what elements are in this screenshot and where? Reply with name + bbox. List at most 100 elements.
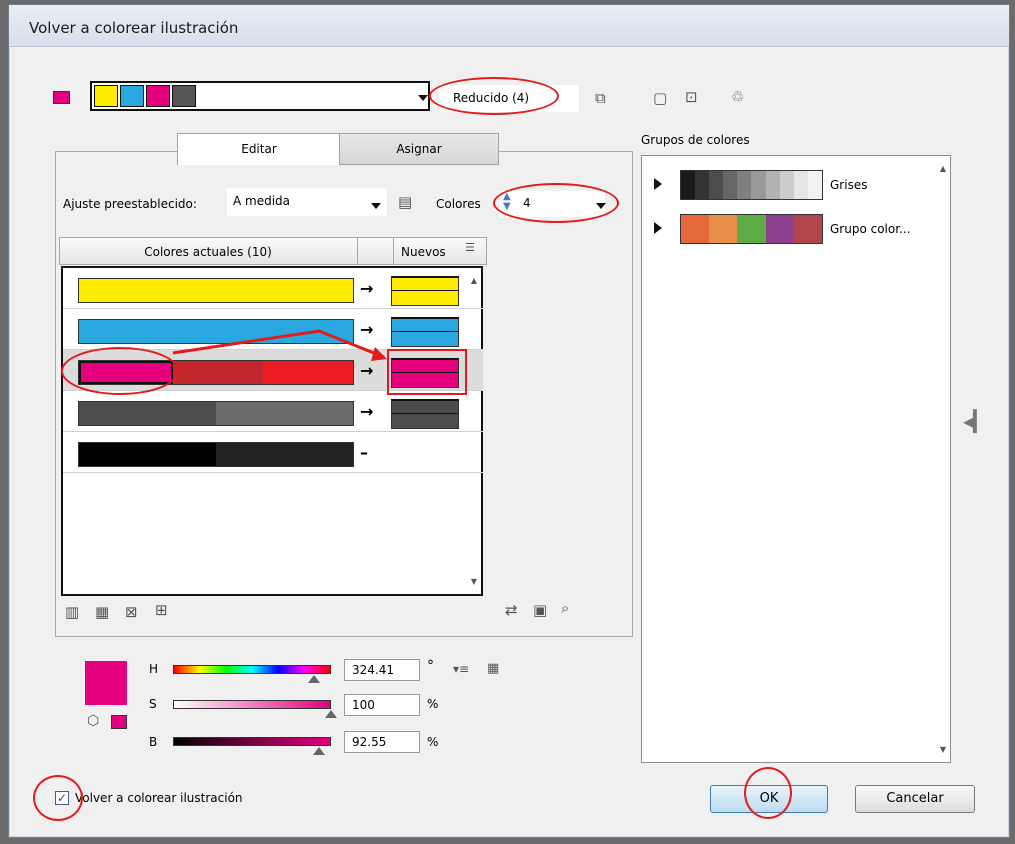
group-swatch[interactable]	[709, 215, 738, 243]
eyedropper-icon[interactable]: ⧉	[595, 89, 606, 107]
menu-icon[interactable]: ▾≡	[453, 662, 469, 676]
drag-arrow	[172, 329, 387, 361]
in-gamut-swatch[interactable]	[111, 715, 127, 729]
group-swatch[interactable]	[709, 171, 724, 199]
new-row-icon[interactable]: ⊞	[155, 601, 168, 619]
header-divider	[357, 237, 358, 265]
group-swatch[interactable]	[681, 215, 710, 243]
color-group-swatch[interactable]	[120, 85, 144, 107]
new-color-box[interactable]	[391, 317, 459, 347]
scroll-up-icon[interactable]: ▲	[471, 276, 477, 285]
new-color-box[interactable]	[391, 276, 459, 306]
brightness-slider-thumb[interactable]	[313, 747, 325, 755]
group-swatch[interactable]	[695, 171, 710, 199]
trash-icon[interactable]: ♲	[731, 88, 744, 106]
tab-editar[interactable]: Editar	[177, 133, 341, 165]
collapse-panel-icon[interactable]: ◂▎	[963, 409, 988, 433]
saturation-slider[interactable]	[173, 700, 331, 709]
group-swatch[interactable]	[737, 215, 766, 243]
saturation-unit: %	[427, 697, 439, 711]
saturation-slider-thumb[interactable]	[325, 710, 337, 718]
group-swatch[interactable]	[765, 171, 780, 199]
highlight-circle	[429, 77, 559, 115]
random-order-icon[interactable]: ⇄	[505, 601, 518, 619]
group-swatch[interactable]	[779, 171, 794, 199]
new-group-icon[interactable]: ⊡	[685, 88, 698, 106]
color-group-swatch[interactable]	[172, 85, 196, 107]
scroll-down-icon[interactable]: ▼	[940, 745, 946, 754]
chevron-down-icon[interactable]	[371, 203, 381, 209]
group-swatch[interactable]	[751, 171, 766, 199]
cancel-button[interactable]: Cancelar	[855, 785, 975, 813]
current-color-chip[interactable]	[79, 443, 216, 466]
group-swatch[interactable]	[807, 171, 822, 199]
group-swatch[interactable]	[681, 171, 696, 199]
map-arrow-icon[interactable]: →	[360, 402, 373, 421]
gamut-cube-icon[interactable]: ⬡	[87, 713, 99, 729]
brightness-value: 92.55	[352, 735, 387, 749]
color-group-row[interactable]: Grupo color...	[642, 206, 936, 248]
chevron-down-icon[interactable]	[418, 95, 428, 101]
group-swatch[interactable]	[793, 171, 808, 199]
hue-input[interactable]: 324.41	[344, 659, 420, 681]
group-swatch[interactable]	[737, 171, 752, 199]
saturation-input[interactable]: 100	[344, 694, 420, 716]
current-color-chip[interactable]	[79, 402, 216, 425]
recolor-checkbox-label: Volver a colorear ilustración	[75, 791, 243, 805]
current-color-bar[interactable]	[78, 401, 354, 426]
color-group-row[interactable]: Grises	[642, 162, 936, 204]
scroll-up-icon[interactable]: ▲	[940, 164, 946, 173]
color-row[interactable]: –	[63, 432, 483, 473]
map-arrow-icon[interactable]: →	[360, 279, 373, 298]
exclude-colors-icon[interactable]: ⊠	[125, 603, 138, 621]
hue-slider[interactable]	[173, 665, 331, 674]
color-row[interactable]: →	[63, 391, 483, 432]
current-color-chip[interactable]	[79, 279, 353, 302]
expand-triangle-icon[interactable]	[654, 222, 662, 234]
magnify-icon[interactable]: ⌕	[561, 599, 569, 617]
random-saturation-icon[interactable]: ▣	[533, 601, 547, 619]
brightness-input[interactable]: 92.55	[344, 731, 420, 753]
group-name: Grises	[830, 178, 868, 192]
group-swatches[interactable]	[680, 170, 823, 200]
brightness-slider[interactable]	[173, 737, 331, 746]
preset-label: Ajuste preestablecido:	[63, 197, 197, 211]
unmapped-dash[interactable]: –	[360, 443, 368, 462]
color-group-swatch[interactable]	[94, 85, 118, 107]
separate-colors-icon[interactable]: ▦	[95, 603, 109, 621]
current-color-chip[interactable]	[216, 443, 353, 466]
color-group-swatch[interactable]	[146, 85, 170, 107]
preset-select[interactable]: A medida	[227, 188, 387, 216]
list-view-icon[interactable]: ☰	[465, 241, 475, 254]
group-swatch[interactable]	[765, 215, 794, 243]
header-current-colors: Colores actuales (10)	[144, 245, 272, 259]
title-bar: Volver a colorear ilustración	[9, 5, 1009, 47]
preset-options-icon[interactable]: ▤	[398, 193, 412, 211]
current-color-chip[interactable]	[216, 402, 353, 425]
h-label: H	[149, 662, 159, 676]
color-groups-list: Grises Grupo color... ▲ ▼	[641, 155, 951, 763]
save-icon[interactable]: ▢	[653, 89, 667, 107]
color-group-swatches	[94, 85, 198, 107]
new-color-box[interactable]	[391, 399, 459, 429]
color-group-combo[interactable]	[90, 81, 430, 111]
active-color-swatch[interactable]	[53, 91, 70, 104]
saturation-value: 100	[352, 698, 375, 712]
scrollbar[interactable]	[463, 268, 481, 594]
scroll-down-icon[interactable]: ▼	[471, 577, 477, 586]
group-swatches[interactable]	[680, 214, 823, 244]
group-swatch[interactable]	[793, 215, 823, 243]
tab-asignar[interactable]: Asignar	[339, 133, 499, 165]
color-table-icon[interactable]: ▦	[487, 661, 499, 676]
color-mapping-table: → → → → – ▲ ▼	[61, 266, 483, 596]
merge-colors-icon[interactable]: ▥	[65, 603, 79, 621]
color-row[interactable]: →	[63, 268, 483, 309]
expand-triangle-icon[interactable]	[654, 178, 662, 190]
group-swatch[interactable]	[723, 171, 738, 199]
current-color-swatch[interactable]	[85, 661, 127, 705]
window-title: Volver a colorear ilustración	[29, 19, 239, 37]
new-color-divider	[392, 413, 458, 414]
current-color-bar[interactable]	[78, 278, 354, 303]
current-color-bar[interactable]	[78, 442, 354, 467]
hue-slider-thumb[interactable]	[308, 675, 320, 683]
